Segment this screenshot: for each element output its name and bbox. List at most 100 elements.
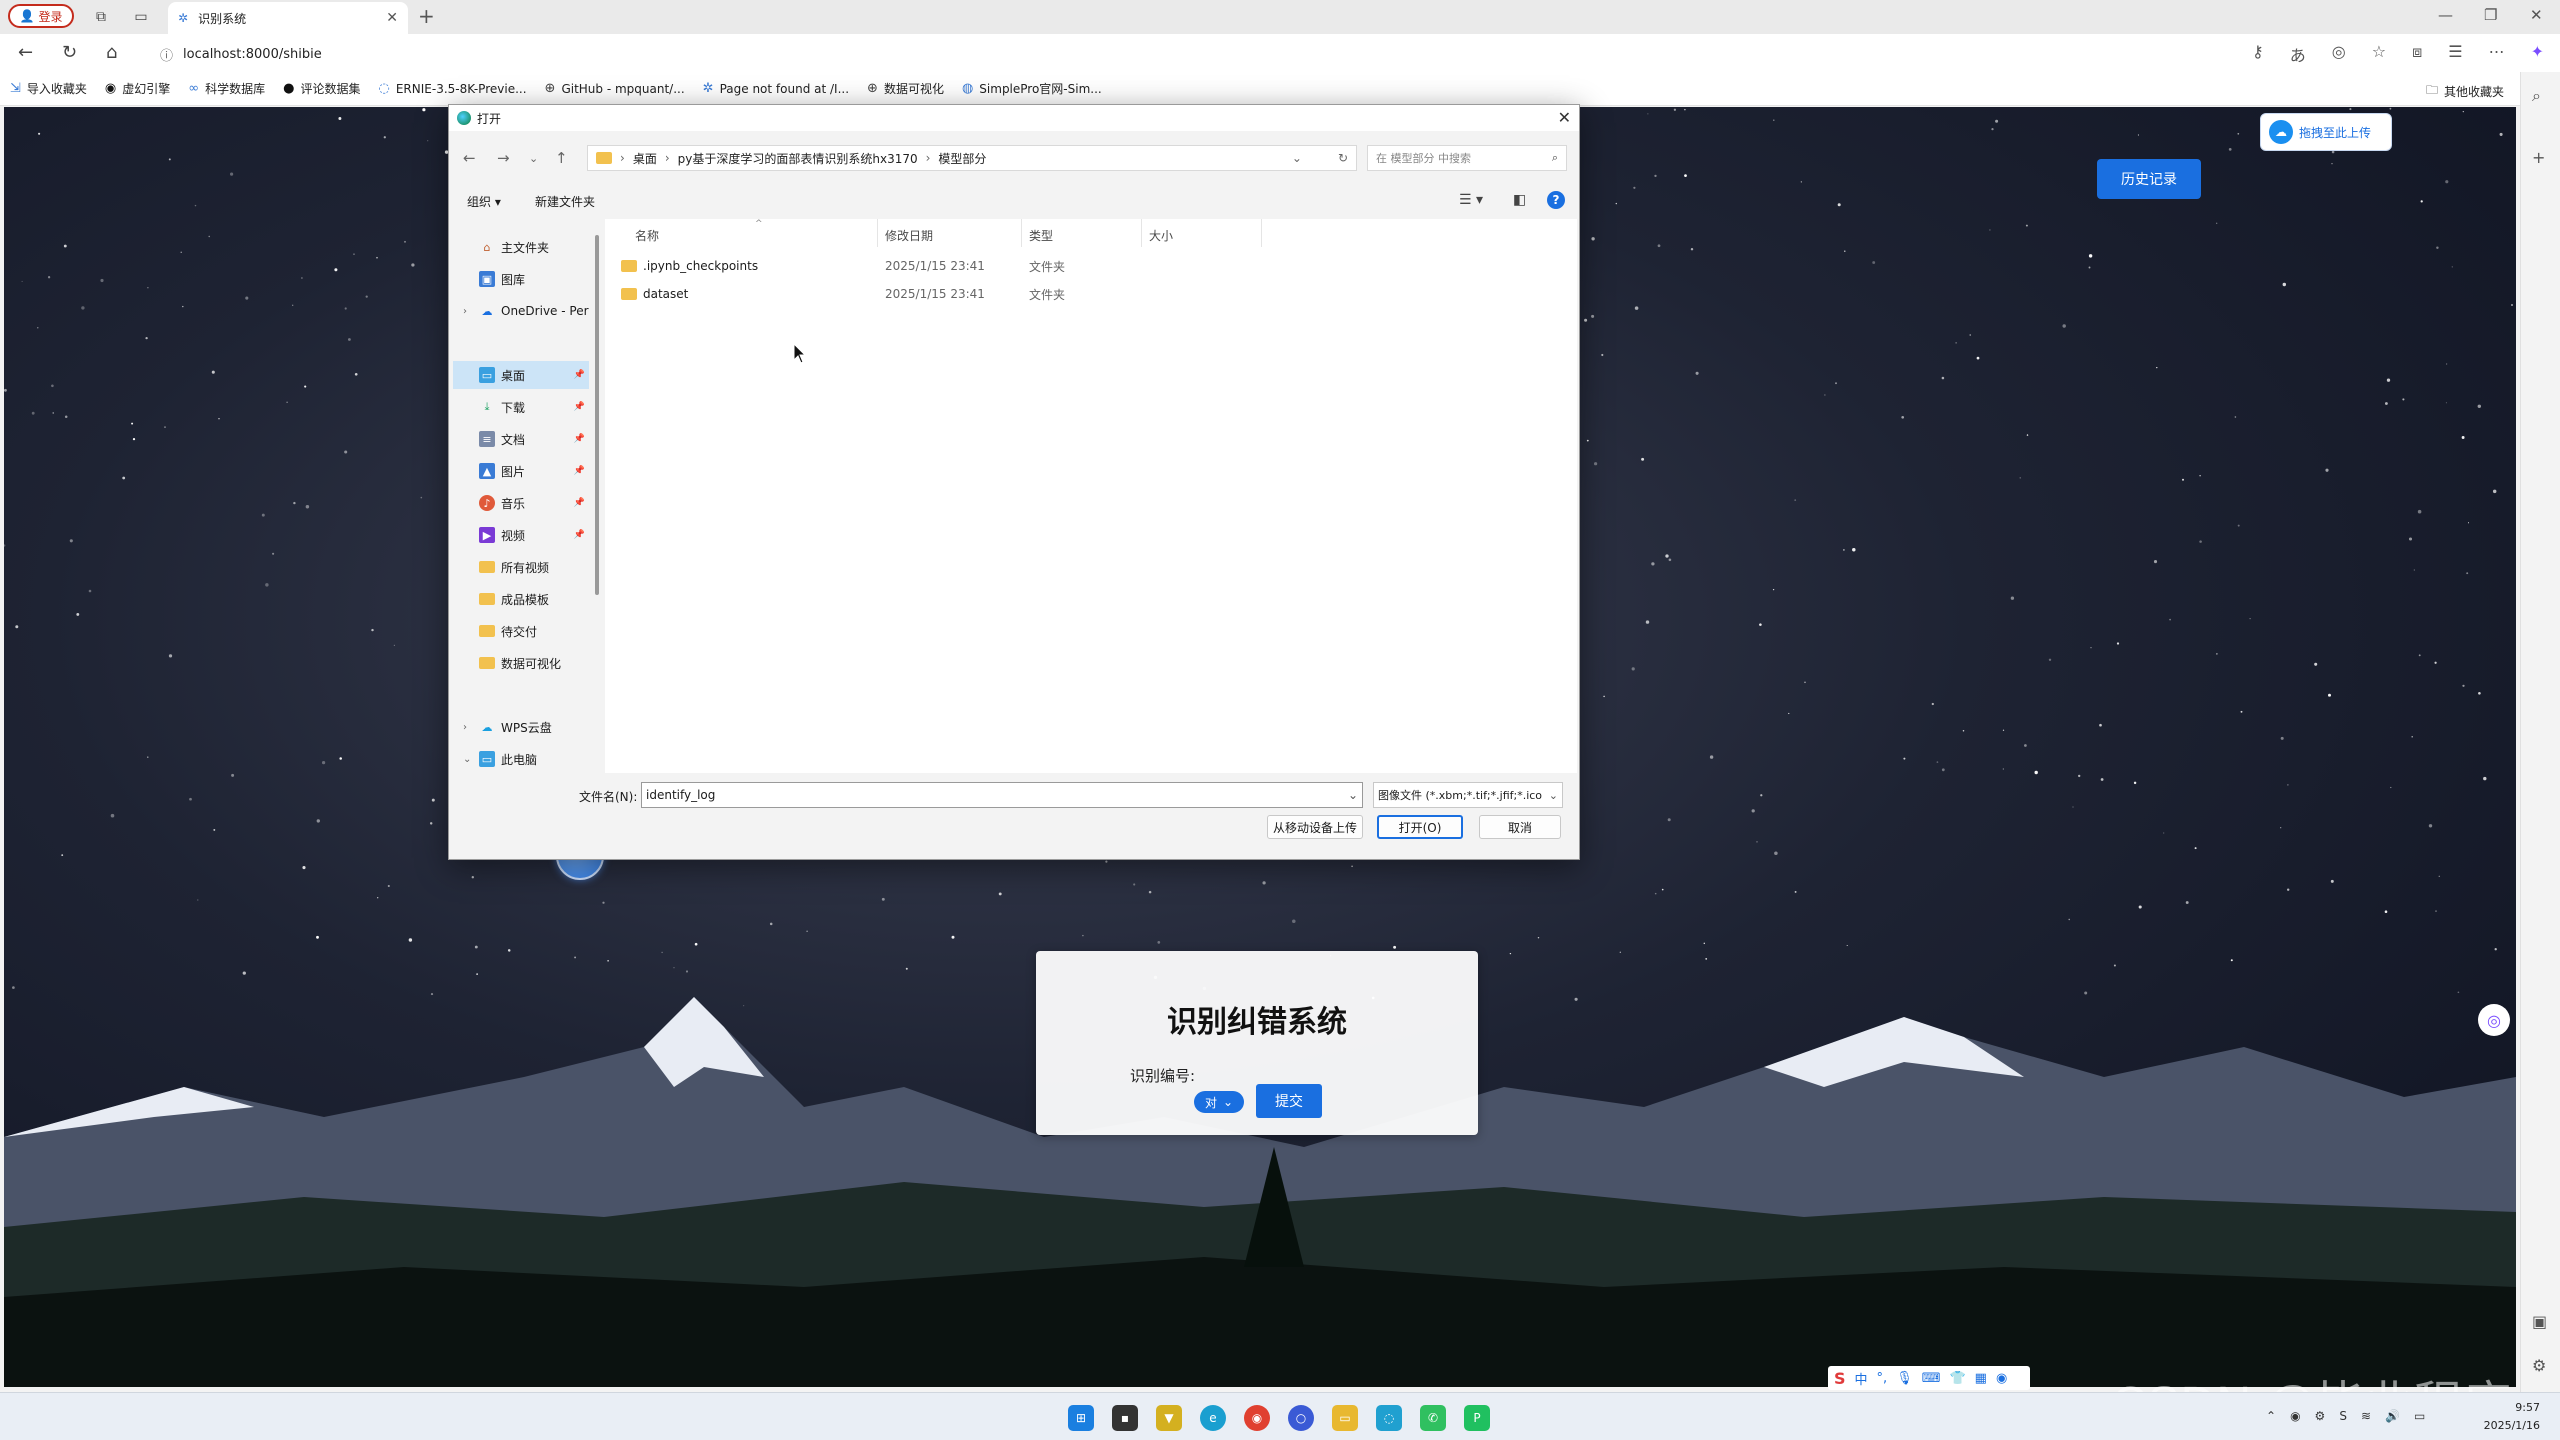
breadcrumb[interactable]: › 桌面 › py基于深度学习的面部表情识别系统hx3170 › 模型部分 ⌄ …: [587, 145, 1357, 171]
bookmark-item[interactable]: ◍ SimplePro官网-Sim...: [962, 80, 1102, 97]
more-menu-icon[interactable]: ⋯: [2489, 42, 2505, 66]
pin-icon[interactable]: 📌: [574, 530, 585, 540]
cloud-upload-widget[interactable]: ☁ 拖拽至此上传: [2260, 113, 2392, 151]
chrome-icon[interactable]: ◉: [1244, 1405, 1270, 1431]
help-icon[interactable]: ?: [1547, 191, 1565, 209]
preview-pane-icon[interactable]: ◧: [1513, 192, 1526, 208]
dialog-close-icon[interactable]: ✕: [1558, 108, 1571, 127]
mobile-upload-button[interactable]: 从移动设备上传: [1267, 815, 1363, 839]
nav-item-templates[interactable]: 成品模板: [453, 585, 589, 613]
nav-item-this-pc[interactable]: ⌄ ▭ 此电脑: [453, 745, 589, 773]
file-row[interactable]: .ipynb_checkpoints 2025/1/15 23:41 文件夹: [621, 253, 1221, 279]
minimize-button[interactable]: —: [2438, 6, 2453, 24]
nav-item-desktop[interactable]: ▭ 桌面 📌: [453, 361, 589, 389]
bookmark-item[interactable]: ◌ ERNIE-3.5-8K-Previe...: [379, 81, 527, 96]
translate-icon[interactable]: あ: [2290, 42, 2306, 66]
pin-icon[interactable]: 📌: [574, 466, 585, 476]
screenshot-icon[interactable]: ▣: [2532, 1312, 2547, 1331]
filename-input[interactable]: identify_log ⌄: [641, 782, 1363, 808]
nav-item-music[interactable]: ♪ 音乐 📌: [453, 489, 589, 517]
workspaces-icon[interactable]: ⧉: [90, 6, 112, 28]
assistant-icon[interactable]: ◎: [2478, 1004, 2510, 1036]
tray-app-icon[interactable]: ◉: [2290, 1409, 2300, 1423]
nav-scrollbar[interactable]: [595, 235, 599, 595]
url-field[interactable]: ⓘ localhost:8000/shibie: [160, 40, 2240, 68]
edge-icon[interactable]: e: [1200, 1405, 1226, 1431]
pin-icon[interactable]: 📌: [574, 402, 585, 412]
add-icon[interactable]: +: [2532, 148, 2545, 167]
tray-ime-icon[interactable]: S: [2339, 1409, 2347, 1423]
chevron-down-icon[interactable]: ⌄: [463, 754, 471, 765]
wifi-icon[interactable]: ≋: [2361, 1409, 2371, 1423]
ime-toolbar[interactable]: S 中 °, 🎙 ⌨ 👕 ▦ ◉: [1828, 1366, 2030, 1390]
extensions-puzzle-icon[interactable]: ⧈: [2412, 42, 2422, 66]
chevron-down-icon[interactable]: ⌄: [1292, 151, 1302, 165]
shield-app-icon[interactable]: ▼: [1156, 1405, 1182, 1431]
up-icon[interactable]: ↑: [555, 149, 568, 167]
task-view-icon[interactable]: ▪: [1112, 1405, 1138, 1431]
breadcrumb-item[interactable]: 桌面: [633, 150, 657, 167]
site-info-icon[interactable]: ⓘ: [160, 45, 173, 64]
key-icon[interactable]: ⚷: [2252, 42, 2264, 66]
pin-icon[interactable]: 📌: [574, 370, 585, 380]
back-icon[interactable]: ←: [18, 42, 33, 63]
column-header-name[interactable]: 名称: [635, 227, 659, 244]
history-button[interactable]: 历史记录: [2097, 159, 2201, 199]
forward-icon[interactable]: →: [497, 149, 510, 167]
column-header-type[interactable]: 类型: [1029, 227, 1053, 244]
bookmark-import[interactable]: ⇲ 导入收藏夹: [10, 80, 87, 97]
bookmark-item[interactable]: ∞ 科学数据库: [188, 80, 265, 97]
tab-actions-icon[interactable]: ▭: [130, 6, 152, 28]
bookmark-item[interactable]: ● 评论数据集: [283, 80, 360, 97]
tray-settings-icon[interactable]: ⚙: [2315, 1409, 2326, 1423]
chat-app-icon[interactable]: ◌: [1376, 1405, 1402, 1431]
back-icon[interactable]: ←: [463, 149, 476, 167]
extension-icon[interactable]: ◎: [2332, 42, 2346, 66]
tab-active[interactable]: ✲ 识别系统 ✕: [168, 2, 408, 34]
id-select[interactable]: 对 ⌄: [1194, 1091, 1244, 1113]
nav-item-all-videos[interactable]: 所有视频: [453, 553, 589, 581]
breadcrumb-item[interactable]: py基于深度学习的面部表情识别系统hx3170: [678, 150, 918, 167]
open-button[interactable]: 打开(O): [1377, 815, 1463, 839]
bookmark-item[interactable]: ✲ Page not found at /I...: [703, 81, 849, 96]
chevron-right-icon[interactable]: ›: [463, 722, 467, 733]
bookmark-item[interactable]: ⊕ GitHub - mpquant/...: [545, 81, 685, 96]
reload-icon[interactable]: ↻: [62, 42, 77, 63]
nav-item-onedrive[interactable]: › ☁ OneDrive - Per: [453, 297, 589, 325]
clock[interactable]: 9:57 2025/1/16: [2484, 1399, 2540, 1435]
nav-item-gallery[interactable]: ▣ 图库: [453, 265, 589, 293]
bookmark-item[interactable]: ◉ 虚幻引擎: [105, 80, 170, 97]
column-header-date[interactable]: 修改日期: [885, 227, 933, 244]
volume-icon[interactable]: 🔊: [2385, 1409, 2400, 1423]
login-button[interactable]: 👤 登录: [8, 4, 74, 28]
nav-item-pending[interactable]: 待交付: [453, 617, 589, 645]
nav-item-videos[interactable]: ▶ 视频 📌: [453, 521, 589, 549]
window-close-button[interactable]: ✕: [2530, 6, 2543, 24]
tab-close-icon[interactable]: ✕: [386, 10, 398, 26]
wechat-icon[interactable]: ✆: [1420, 1405, 1446, 1431]
favorites-icon[interactable]: ☰: [2448, 42, 2462, 66]
breadcrumb-item[interactable]: 模型部分: [938, 150, 986, 167]
pycharm-icon[interactable]: P: [1464, 1405, 1490, 1431]
pin-icon[interactable]: 📌: [574, 498, 585, 508]
file-explorer-icon[interactable]: ▭: [1332, 1405, 1358, 1431]
nav-item-documents[interactable]: ≡ 文档 📌: [453, 425, 589, 453]
search-icon[interactable]: ⌕: [2532, 86, 2541, 106]
bookmark-item[interactable]: ⊕ 数据可视化: [867, 80, 944, 97]
dialog-search-input[interactable]: 在 模型部分 中搜索 ⌕: [1367, 145, 1567, 171]
home-icon[interactable]: ⌂: [106, 42, 117, 63]
refresh-icon[interactable]: ↻: [1338, 151, 1348, 165]
favorite-star-icon[interactable]: ☆: [2372, 42, 2386, 66]
submit-button[interactable]: 提交: [1256, 1084, 1322, 1118]
column-header-size[interactable]: 大小: [1149, 227, 1173, 244]
nav-item-wps[interactable]: › ☁ WPS云盘: [453, 713, 589, 741]
tray-chevron-icon[interactable]: ⌃: [2266, 1409, 2276, 1423]
nav-item-home[interactable]: ⌂ 主文件夹: [453, 233, 589, 261]
new-folder-button[interactable]: 新建文件夹: [535, 193, 595, 210]
copilot-icon[interactable]: ✦: [2531, 42, 2544, 66]
file-type-filter[interactable]: 图像文件 (*.xbm;*.tif;*.jfif;*.ico ⌄: [1373, 782, 1563, 808]
organize-button[interactable]: 组织 ▾: [467, 193, 501, 210]
other-bookmarks[interactable]: 🗀 其他收藏夹: [2426, 81, 2504, 102]
nav-item-pictures[interactable]: ▲ 图片 📌: [453, 457, 589, 485]
pin-icon[interactable]: 📌: [574, 434, 585, 444]
